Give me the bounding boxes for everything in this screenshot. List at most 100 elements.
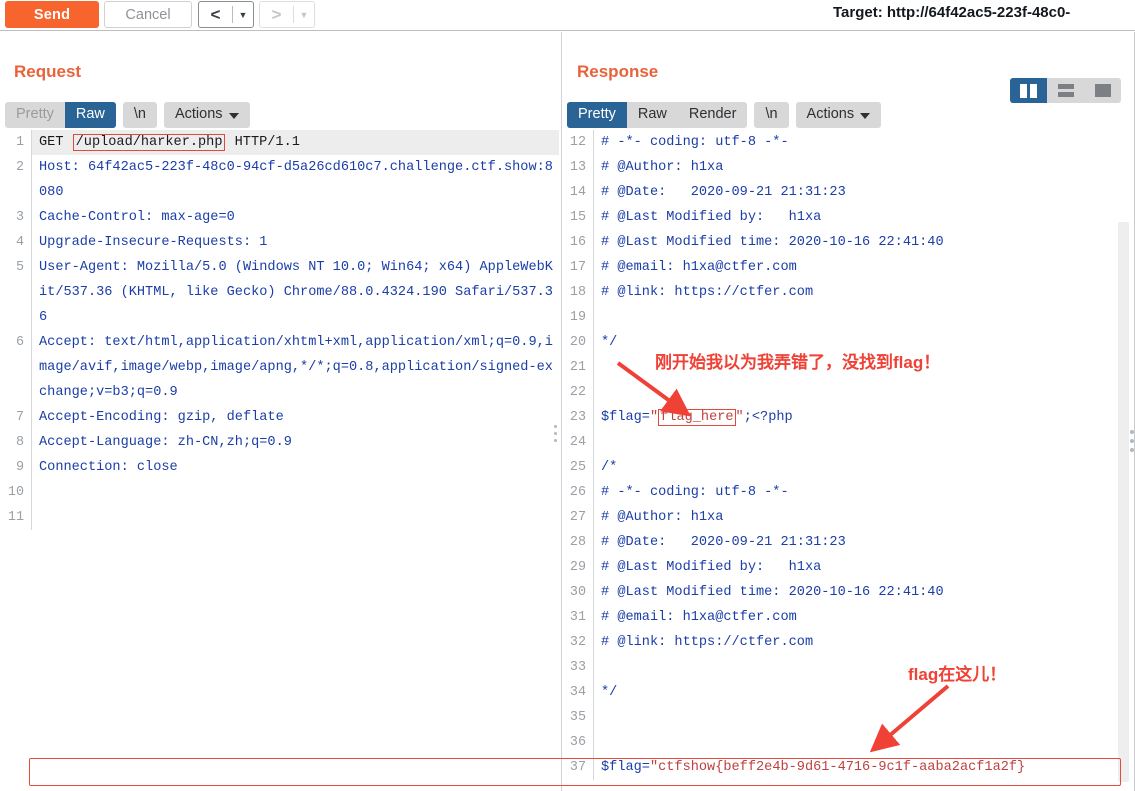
code-token: # @email: h1xa@ctfer.com — [601, 610, 797, 625]
line-number: 29 — [569, 560, 586, 575]
forward-arrow-icon[interactable]: > — [260, 2, 293, 27]
line-number: 13 — [569, 160, 586, 175]
code-line-content[interactable]: # -*- coding: utf-8 -*- — [593, 130, 1135, 155]
code-line-content[interactable]: # @Last Modified time: 2020-10-16 22:41:… — [593, 580, 1135, 605]
code-line-content[interactable]: User-Agent: Mozilla/5.0 (Windows NT 10.0… — [31, 255, 559, 330]
pane-splitter-grip[interactable] — [554, 425, 557, 442]
response-actions-button[interactable]: Actions — [796, 102, 882, 128]
code-line-content[interactable] — [593, 430, 1135, 455]
code-line-content[interactable]: # @Author: h1xa — [593, 155, 1135, 180]
line-number: 32 — [569, 635, 586, 650]
layout-split-vertical-button[interactable] — [1010, 78, 1047, 103]
request-newline-tab-group: \n — [122, 102, 157, 128]
code-line-content[interactable]: Accept: text/html,application/xhtml+xml,… — [31, 330, 559, 405]
code-token: # @Last Modified by: h1xa — [601, 560, 822, 575]
code-line-content[interactable]: # @link: https://ctfer.com — [593, 280, 1135, 305]
code-line-content[interactable]: GET /upload/harker.php HTTP/1.1 — [31, 130, 559, 155]
request-editor[interactable]: 1 GET /upload/harker.php HTTP/1.1 2 Host: 6… — [0, 130, 559, 791]
code-line-content[interactable]: $flag=" flag_here ";<?php — [593, 405, 1135, 430]
line-number: 21 — [569, 360, 586, 375]
code-line-content[interactable]: Host: 64f42ac5-223f-48c0-94cf-d5a26cd610… — [31, 155, 559, 205]
request-tabstrip: Pretty Raw \n Actions — [5, 102, 250, 128]
code-line-content[interactable]: # @Last Modified time: 2020-10-16 22:41:… — [593, 230, 1135, 255]
line-number: 33 — [569, 660, 586, 675]
code-token: /* — [601, 460, 618, 475]
code-line-content[interactable]: # @Last Modified by: h1xa — [593, 555, 1135, 580]
code-line-content[interactable]: # @Last Modified by: h1xa — [593, 205, 1135, 230]
code-line-content[interactable]: */ — [593, 680, 1135, 705]
line-number: 6 — [15, 335, 24, 350]
response-scrollbar-grip[interactable] — [1130, 430, 1134, 452]
cancel-button[interactable]: Cancel — [104, 1, 192, 28]
line-number: 20 — [569, 335, 586, 350]
code-line-content[interactable]: $flag="ctfshow{beff2e4b-9d61-4716-9c1f-a… — [593, 755, 1135, 780]
code-line-content[interactable]: # @link: https://ctfer.com — [593, 630, 1135, 655]
navigate-forward-group[interactable]: > ▼ — [259, 1, 315, 28]
line-number: 35 — [569, 710, 586, 725]
request-title: Request — [14, 62, 82, 81]
code-line-content[interactable] — [31, 505, 559, 530]
tab-response-pretty[interactable]: Pretty — [567, 102, 627, 128]
annotation-flag-is-here: flag在这儿！ — [908, 665, 1007, 684]
code-line-content[interactable]: # @email: h1xa@ctfer.com — [593, 255, 1135, 280]
split-vertical-icon — [1020, 83, 1037, 98]
code-line-content[interactable]: Connection: close — [31, 455, 559, 480]
code-line-content[interactable]: Accept-Language: zh-CN,zh;q=0.9 — [31, 430, 559, 455]
line-number: 4 — [15, 235, 24, 250]
code-token: # @Date: 2020-09-21 21:31:23 — [601, 185, 846, 200]
back-arrow-icon[interactable]: < — [199, 2, 232, 27]
code-line-content[interactable]: Accept-Encoding: gzip, deflate — [31, 405, 559, 430]
line-number: 22 — [569, 385, 586, 400]
code-line-content[interactable]: Cache-Control: max-age=0 — [31, 205, 559, 230]
back-dropdown-caret-icon[interactable]: ▼ — [233, 2, 253, 27]
tab-response-raw[interactable]: Raw — [627, 102, 678, 128]
code-line-content[interactable] — [593, 705, 1135, 730]
code-line-content[interactable]: # @email: h1xa@ctfer.com — [593, 605, 1135, 630]
response-editor[interactable]: 12 # -*- coding: utf-8 -*- 13 # @Author: h1… — [562, 130, 1135, 791]
layout-split-horizontal-button[interactable] — [1047, 78, 1084, 103]
line-number: 5 — [15, 260, 24, 275]
single-pane-icon — [1094, 84, 1111, 97]
code-token: # -*- coding: utf-8 -*- — [601, 485, 789, 500]
code-line-content[interactable]: # @Date: 2020-09-21 21:31:23 — [593, 530, 1135, 555]
code-line: 1 GET /upload/harker.php HTTP/1.1 — [0, 130, 559, 155]
code-line-content[interactable] — [593, 305, 1135, 330]
code-line: 30 # @Last Modified time: 2020-10-16 22:4… — [562, 580, 1135, 605]
layout-single-pane-button[interactable] — [1084, 78, 1121, 103]
annotation-no-flag-found: 刚开始我以为我弄错了，没找到flag！ — [655, 353, 941, 372]
tab-request-newline[interactable]: \n — [123, 102, 157, 128]
forward-dropdown-caret-icon[interactable]: ▼ — [294, 2, 314, 27]
code-token: User-Agent: Mozilla/5.0 (Windows NT 10.0… — [39, 260, 553, 325]
tab-request-raw[interactable]: Raw — [64, 102, 116, 128]
code-line-content[interactable] — [31, 480, 559, 505]
tab-response-render[interactable]: Render — [678, 102, 748, 128]
code-line-content[interactable]: # -*- coding: utf-8 -*- — [593, 480, 1135, 505]
code-line: 5 User-Agent: Mozilla/5.0 (Windows NT 10.… — [0, 255, 559, 330]
send-button[interactable]: Send — [5, 1, 99, 28]
code-line-content[interactable] — [593, 730, 1135, 755]
code-line: 31 # @email: h1xa@ctfer.com — [562, 605, 1135, 630]
line-number: 14 — [569, 185, 586, 200]
tab-request-pretty[interactable]: Pretty — [5, 102, 65, 128]
line-number: 9 — [15, 460, 24, 475]
code-token: # @email: h1xa@ctfer.com — [601, 260, 797, 275]
chevron-down-icon — [228, 112, 239, 119]
code-line: 25 /* — [562, 455, 1135, 480]
code-line-content[interactable]: /* — [593, 455, 1135, 480]
code-line-content[interactable]: Upgrade-Insecure-Requests: 1 — [31, 230, 559, 255]
code-line: 34 */ — [562, 680, 1135, 705]
tab-response-newline[interactable]: \n — [754, 102, 788, 128]
code-line: 8 Accept-Language: zh-CN,zh;q=0.9 — [0, 430, 559, 455]
code-line-content[interactable] — [593, 655, 1135, 680]
code-line-content[interactable] — [593, 380, 1135, 405]
code-line: 26 # -*- coding: utf-8 -*- — [562, 480, 1135, 505]
request-actions-button[interactable]: Actions — [164, 102, 250, 128]
response-vertical-scrollbar[interactable] — [1118, 222, 1129, 782]
code-line-content[interactable]: # @Author: h1xa — [593, 505, 1135, 530]
code-token: # @Last Modified time: 2020-10-16 22:41:… — [601, 585, 944, 600]
line-number: 34 — [569, 685, 586, 700]
line-number: 16 — [569, 235, 586, 250]
code-token: */ — [601, 685, 618, 700]
code-line-content[interactable]: # @Date: 2020-09-21 21:31:23 — [593, 180, 1135, 205]
navigate-back-group[interactable]: < ▼ — [198, 1, 254, 28]
